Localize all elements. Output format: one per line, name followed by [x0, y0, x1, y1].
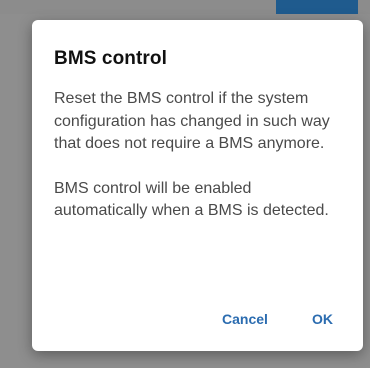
dialog-message-reset: Reset the BMS control if the system conf…	[54, 90, 330, 152]
dialog-title: BMS control	[54, 48, 167, 69]
ok-button[interactable]: OK	[312, 311, 333, 327]
bms-control-dialog: BMS control Reset the BMS control if the…	[32, 20, 363, 351]
dialog-message-auto-enable: BMS control will be enabled automaticall…	[54, 179, 329, 220]
dialog-body: Reset the BMS control if the system conf…	[54, 88, 344, 223]
background-accent-button	[276, 0, 358, 14]
cancel-button[interactable]: Cancel	[222, 311, 268, 327]
dialog-actions: Cancel OK	[32, 311, 363, 335]
